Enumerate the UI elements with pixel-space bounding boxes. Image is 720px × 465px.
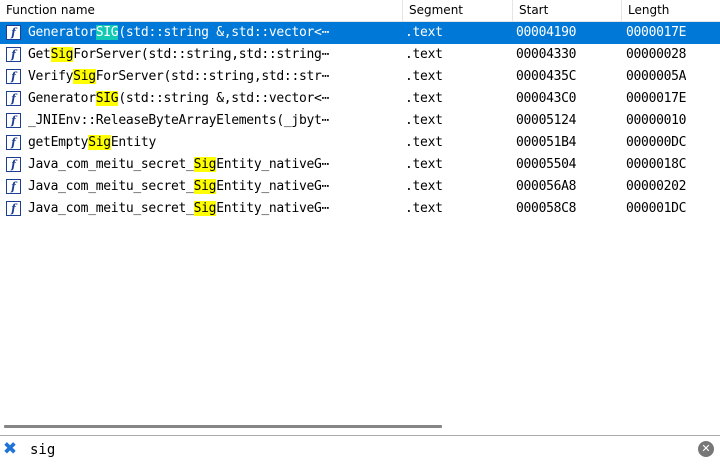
function-name-prefix: Java_com_meitu_secret_ [28, 201, 194, 216]
search-input[interactable] [30, 439, 630, 461]
table-row[interactable]: f GetSigForServer(std::string,std::string… [0, 44, 720, 66]
function-name: GeneratorSIG(std::string &,std::vector<⋯ [28, 88, 400, 110]
segment-cell: .text [405, 201, 443, 216]
segment-cell: .text [405, 25, 443, 40]
column-header-start[interactable]: Start [513, 0, 622, 21]
table-row[interactable]: f VerifySigForServer(std::string,std::str… [0, 66, 720, 88]
start-address-cell: 000043C0 [516, 91, 577, 106]
column-header-function-name[interactable]: Function name [0, 0, 403, 21]
segment-cell: .text [405, 91, 443, 106]
function-name: GeneratorSIG(std::string &,std::vector<⋯ [28, 22, 400, 44]
column-header-segment[interactable]: Segment [403, 0, 513, 21]
length-cell: 000000DC [626, 135, 687, 150]
clear-search-icon[interactable]: ✕ [698, 441, 714, 457]
function-name: VerifySigForServer(std::string,std::str⋯ [28, 66, 400, 88]
search-bar: ✖ ✕ [0, 435, 720, 465]
table-row[interactable]: f _JNIEnv::ReleaseByteArrayElements(_jbyt… [0, 110, 720, 132]
search-match-highlight: Sig [73, 69, 96, 84]
start-address-cell: 000051B4 [516, 135, 577, 150]
function-name-prefix: Generator [28, 25, 96, 40]
function-name-suffix: Entity_nativeG⋯ [216, 201, 330, 216]
length-cell: 000001DC [626, 201, 687, 216]
length-cell: 0000017E [626, 91, 687, 106]
start-address-cell: 00004190 [516, 25, 577, 40]
function-icon: f [6, 113, 21, 128]
function-name-suffix: Entity_nativeG⋯ [216, 179, 330, 194]
segment-cell: .text [405, 113, 443, 128]
column-header-length[interactable]: Length [622, 0, 720, 21]
function-name: getEmptySigEntity [28, 132, 400, 154]
search-match-highlight: Sig [193, 179, 217, 194]
segment-cell: .text [405, 69, 443, 84]
function-name-prefix: _JNIEnv::ReleaseByteArrayElements(_jbyt⋯ [28, 113, 330, 128]
function-name-prefix: getEmpty [28, 135, 89, 150]
function-icon: f [6, 91, 21, 106]
table-row[interactable]: f Java_com_meitu_secret_SigEntity_nativeG… [0, 198, 720, 220]
function-icon: f [6, 47, 21, 62]
start-address-cell: 000056A8 [516, 179, 577, 194]
function-name-prefix: Get [28, 47, 51, 62]
segment-cell: .text [405, 47, 443, 62]
search-match-highlight: SIG [95, 91, 119, 106]
length-cell: 0000005A [626, 69, 687, 84]
horizontal-scrollbar[interactable] [4, 425, 442, 428]
search-match-highlight: Sig [88, 135, 111, 150]
function-icon: f [6, 157, 21, 172]
start-address-cell: 00005124 [516, 113, 577, 128]
function-name-prefix: Generator [28, 91, 96, 106]
function-name-suffix: ForServer(std::string,std::str⋯ [95, 69, 330, 84]
function-name: GetSigForServer(std::string,std::string⋯ [28, 44, 400, 66]
function-list: f GeneratorSIG(std::string &,std::vector<… [0, 22, 720, 220]
function-name-suffix: (std::string &,std::vector<⋯ [118, 91, 330, 106]
start-address-cell: 00005504 [516, 157, 577, 172]
length-cell: 00000010 [626, 113, 687, 128]
search-match-highlight: Sig [50, 47, 74, 62]
function-name: Java_com_meitu_secret_SigEntity_nativeG⋯ [28, 198, 400, 220]
search-match-highlight: SIG [95, 25, 119, 40]
function-name-suffix: (std::string &,std::vector<⋯ [118, 25, 330, 40]
function-icon: f [6, 201, 21, 216]
table-row[interactable]: f Java_com_meitu_secret_SigEntity_nativeG… [0, 154, 720, 176]
function-name-prefix: Java_com_meitu_secret_ [28, 179, 194, 194]
function-icon: f [6, 179, 21, 194]
table-header: Function name Segment Start Length [0, 0, 720, 22]
table-row[interactable]: f Java_com_meitu_secret_SigEntity_nativeG… [0, 176, 720, 198]
segment-cell: .text [405, 157, 443, 172]
segment-cell: .text [405, 135, 443, 150]
function-icon: f [6, 69, 21, 84]
start-address-cell: 00004330 [516, 47, 577, 62]
length-cell: 00000028 [626, 47, 687, 62]
length-cell: 00000202 [626, 179, 687, 194]
function-name: Java_com_meitu_secret_SigEntity_nativeG⋯ [28, 154, 400, 176]
length-cell: 0000018C [626, 157, 687, 172]
start-address-cell: 0000435C [516, 69, 577, 84]
close-search-icon[interactable]: ✖ [1, 440, 19, 458]
table-row[interactable]: f getEmptySigEntity .text 000051B4 000000DC [0, 132, 720, 154]
length-cell: 0000017E [626, 25, 687, 40]
function-name-suffix: ForServer(std::string,std::string⋯ [73, 47, 330, 62]
function-name: Java_com_meitu_secret_SigEntity_nativeG⋯ [28, 176, 400, 198]
function-name: _JNIEnv::ReleaseByteArrayElements(_jbyt⋯ [28, 110, 400, 132]
start-address-cell: 000058C8 [516, 201, 577, 216]
search-match-highlight: Sig [193, 201, 217, 216]
segment-cell: .text [405, 179, 443, 194]
function-name-suffix: Entity_nativeG⋯ [216, 157, 330, 172]
function-name-suffix: Entity [110, 135, 156, 150]
function-name-prefix: Java_com_meitu_secret_ [28, 157, 194, 172]
table-row[interactable]: f GeneratorSIG(std::string &,std::vector<… [0, 22, 720, 44]
table-row[interactable]: f GeneratorSIG(std::string &,std::vector<… [0, 88, 720, 110]
function-icon: f [6, 135, 21, 150]
search-match-highlight: Sig [193, 157, 217, 172]
function-name-prefix: Verify [28, 69, 74, 84]
function-icon: f [6, 25, 21, 40]
